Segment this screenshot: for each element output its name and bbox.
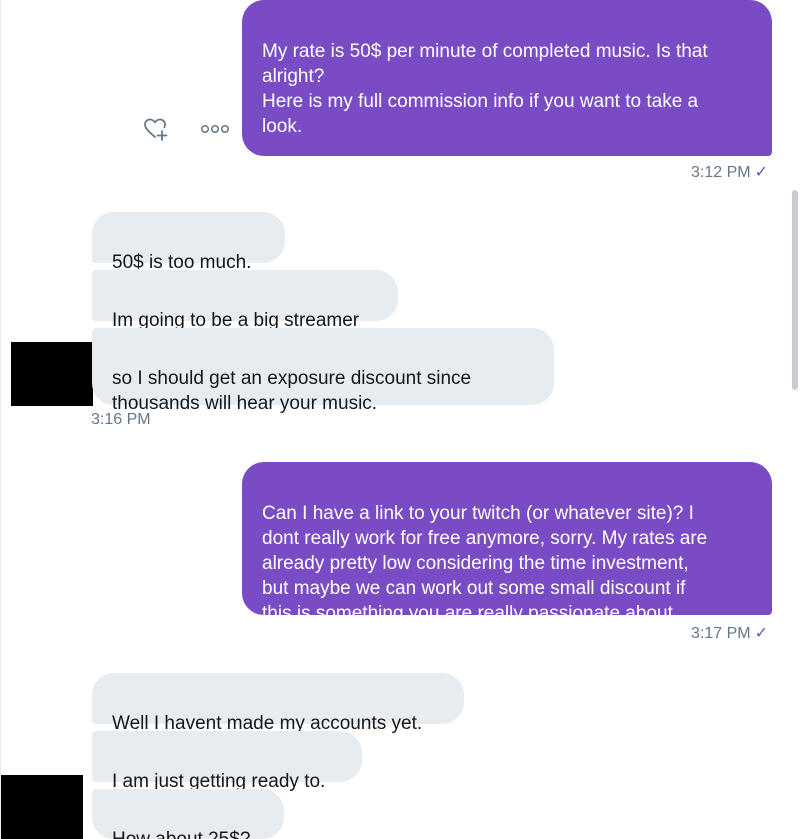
message-timestamp: 3:12 PM ✓ [691,164,768,181]
outgoing-message[interactable]: My rate is 50$ per minute of completed m… [242,0,772,187]
outgoing-message[interactable]: Can I have a link to your twitch (or wha… [242,462,772,624]
redacted-avatar [1,775,83,839]
scrollbar[interactable] [790,0,800,839]
redacted-avatar [11,342,93,406]
incoming-message[interactable]: I am just getting ready to. [92,731,362,792]
message-timestamp: 3:16 PM [91,411,151,428]
incoming-message[interactable]: 50$ is too much. [92,212,285,273]
heart-plus-icon[interactable] [141,114,171,144]
scrollbar-thumb[interactable] [792,190,798,390]
more-options-icon[interactable] [195,114,235,144]
message-text: My rate is 50$ per minute of completed m… [262,41,708,137]
checkmark-icon: ✓ [754,164,768,181]
conversation-thread: My rate is 50$ per minute of completed m… [0,0,800,839]
message-link[interactable]: lemmasoft.renai.us/forums/viewtop... [262,166,571,187]
checkmark-icon: ✓ [754,625,768,642]
incoming-message[interactable]: Well I havent made my accounts yet. [92,673,464,734]
incoming-message[interactable]: so I should get an exposure discount sin… [92,328,554,414]
incoming-message[interactable]: How about 25$? [92,789,284,839]
message-text: Can I have a link to your twitch (or wha… [262,503,708,624]
incoming-message[interactable]: Im going to be a big streamer [92,270,398,331]
message-timestamp: 3:17 PM ✓ [691,625,768,642]
message-actions [141,114,235,144]
